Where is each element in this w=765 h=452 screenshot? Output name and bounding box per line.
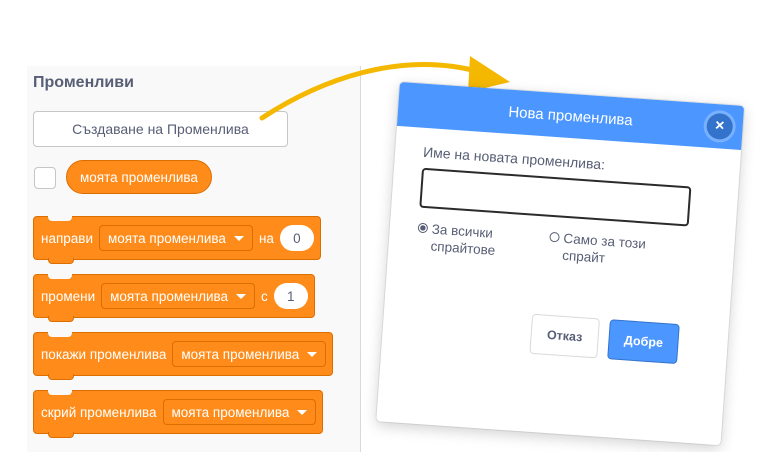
hide-variable-block[interactable]: скрий променлива моята променлива [33, 390, 324, 438]
dialog-header: Нова променлива × [396, 82, 745, 150]
cancel-button[interactable]: Отказ [529, 313, 600, 359]
set-variable-block[interactable]: направи моята променлива на 0 [33, 216, 321, 264]
variable-name-label: Име на новата променлива: [422, 143, 606, 173]
radio-selected-icon[interactable] [417, 222, 429, 234]
block-connector: с [261, 288, 268, 304]
radio-this-sprite[interactable]: Само за този спрайт [548, 229, 674, 272]
ok-button[interactable]: Добре [607, 319, 680, 365]
show-variable-block[interactable]: покажи променлива моята променлива [33, 332, 334, 380]
value-input[interactable]: 0 [279, 225, 314, 251]
variables-palette: Променливи Създаване на Променлива моята… [27, 66, 361, 452]
dropdown-value: моята променлива [181, 346, 300, 362]
block-label: направи [41, 230, 94, 246]
make-variable-button[interactable]: Създаване на Променлива [33, 111, 288, 147]
new-variable-dialog: Нова променлива × Име на новата променли… [376, 82, 745, 446]
block-label: покажи променлива [41, 346, 167, 362]
radio-label: Само за този спрайт [561, 230, 647, 266]
change-variable-block[interactable]: промени моята променлива с 1 [33, 274, 315, 322]
variable-dropdown[interactable]: моята променлива [172, 341, 327, 367]
variable-checkbox[interactable] [34, 167, 56, 189]
block-connector: на [258, 230, 274, 246]
reporter-label: моята променлива [80, 169, 198, 185]
block-label: скрий променлива [41, 404, 157, 420]
dropdown-value: моята променлива [110, 288, 229, 304]
close-icon[interactable]: × [705, 112, 734, 141]
dropdown-value: моята променлива [108, 230, 226, 246]
value-input[interactable]: 1 [273, 283, 308, 309]
category-title: Променливи [33, 74, 134, 91]
variable-dropdown[interactable]: моята променлива [99, 225, 253, 251]
chevron-down-icon [233, 235, 244, 241]
dropdown-value: моята променлива [171, 404, 290, 420]
chevron-down-icon [307, 351, 318, 357]
chevron-down-icon [297, 409, 308, 415]
block-label: промени [41, 288, 96, 304]
radio-all-sprites[interactable]: За всички спрайтове [416, 220, 522, 261]
chevron-down-icon [236, 293, 247, 299]
variable-dropdown[interactable]: моята променлива [101, 283, 256, 309]
variable-name-input[interactable] [419, 167, 692, 227]
radio-unselected-icon[interactable] [549, 231, 560, 243]
variable-dropdown[interactable]: моята променлива [162, 399, 317, 425]
radio-label: За всички спрайтове [430, 221, 496, 259]
variable-reporter-block[interactable]: моята променлива [66, 160, 212, 194]
dialog-title: Нова променлива [507, 103, 634, 129]
